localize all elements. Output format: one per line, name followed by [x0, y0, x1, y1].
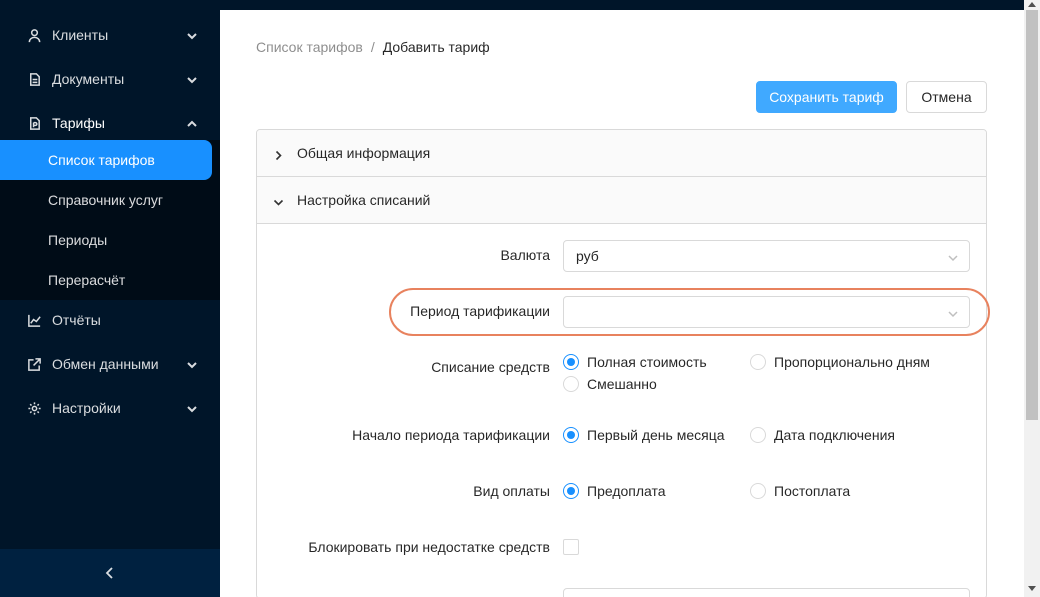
- breadcrumb-current: Добавить тариф: [382, 39, 490, 55]
- cancel-button[interactable]: Отмена: [906, 81, 987, 113]
- breadcrumb: Список тарифов / Добавить тариф: [256, 39, 490, 55]
- billing-period-select[interactable]: [563, 296, 970, 328]
- radio-label: Пропорционально дням: [774, 354, 930, 370]
- sidebar-item-clients[interactable]: Клиенты: [0, 15, 220, 55]
- next-field-select[interactable]: [563, 588, 970, 597]
- billing-period-label: Период тарификации: [410, 303, 550, 319]
- radio-full-cost[interactable]: Полная стоимость: [563, 354, 707, 370]
- radio-button-checked[interactable]: [563, 427, 579, 443]
- panel-title: Общая информация: [297, 145, 431, 161]
- breadcrumb-separator: /: [370, 39, 375, 55]
- save-tariff-button[interactable]: Сохранить тариф: [756, 81, 897, 113]
- chevron-up-icon: [186, 117, 198, 129]
- scroll-up-arrow-icon[interactable]: [1027, 0, 1037, 10]
- document-icon: [26, 71, 42, 87]
- scroll-down-arrow-icon[interactable]: [1027, 583, 1037, 593]
- sidebar-item-label: Клиенты: [52, 27, 109, 43]
- tariff-icon: [26, 115, 42, 131]
- chart-icon: [26, 312, 42, 328]
- chevron-down-icon: [947, 251, 959, 263]
- sidebar-item-label: Тарифы: [52, 115, 105, 131]
- radio-label: Дата подключения: [774, 427, 895, 443]
- sidebar-item-label: Отчёты: [52, 312, 101, 328]
- block-low-funds-checkbox[interactable]: [563, 539, 579, 555]
- sidebar-item-data-exchange[interactable]: Обмен данными: [0, 344, 220, 384]
- radio-button[interactable]: [563, 376, 579, 392]
- currency-value: руб: [576, 248, 599, 264]
- radio-connection-date[interactable]: Дата подключения: [750, 427, 895, 443]
- submenu-item-services[interactable]: Справочник услуг: [0, 180, 212, 220]
- chevron-right-icon: [273, 148, 284, 161]
- breadcrumb-link-tariff-list[interactable]: Список тарифов: [256, 39, 363, 55]
- block-low-funds-label: Блокировать при недостатке средств: [308, 539, 550, 555]
- currency-select[interactable]: руб: [563, 240, 970, 272]
- submenu-item-recalculation[interactable]: Перерасчёт: [0, 260, 212, 300]
- panel-header-general-info[interactable]: Общая информация: [257, 130, 986, 177]
- tariff-collapse: Общая информация Настройка списаний Валю…: [256, 129, 987, 597]
- sidebar-item-label: Документы: [52, 71, 125, 87]
- radio-button[interactable]: [750, 354, 766, 370]
- scrollbar[interactable]: [1024, 0, 1040, 597]
- radio-button-checked[interactable]: [563, 483, 579, 499]
- submenu-item-periods[interactable]: Периоды: [0, 220, 212, 260]
- chevron-down-icon: [186, 358, 198, 370]
- sidebar-item-label: Настройки: [52, 400, 121, 416]
- chevron-left-icon: [105, 567, 113, 579]
- radio-prepayment[interactable]: Предоплата: [563, 483, 666, 499]
- radio-label: Первый день месяца: [587, 427, 725, 443]
- main-content: Список тарифов / Добавить тариф Сохранить …: [220, 10, 1024, 597]
- sidebar-item-settings[interactable]: Настройки: [0, 388, 220, 428]
- radio-label: Постоплата: [774, 483, 851, 499]
- submenu-item-tariff-list[interactable]: Список тарифов: [0, 140, 212, 180]
- top-header: [220, 0, 1024, 10]
- currency-label: Валюта: [500, 247, 550, 263]
- radio-label: Смешанно: [587, 376, 657, 392]
- chevron-down-icon: [947, 307, 959, 319]
- radio-button[interactable]: [750, 483, 766, 499]
- radio-label: Предоплата: [587, 483, 666, 499]
- sidebar-item-reports[interactable]: Отчёты: [0, 300, 220, 340]
- chevron-down-icon: [186, 29, 198, 41]
- radio-button[interactable]: [750, 427, 766, 443]
- chevron-down-icon: [273, 195, 284, 206]
- radio-button-checked[interactable]: [563, 354, 579, 370]
- sidebar-item-label: Обмен данными: [52, 356, 159, 372]
- radio-mixed[interactable]: Смешанно: [563, 376, 657, 392]
- radio-postpayment[interactable]: Постоплата: [750, 483, 850, 499]
- gear-icon: [26, 400, 42, 416]
- user-icon: [26, 27, 42, 43]
- sidebar-collapse-button[interactable]: [0, 549, 220, 597]
- radio-first-day-of-month[interactable]: Первый день месяца: [563, 427, 725, 443]
- panel-title: Настройка списаний: [297, 192, 431, 208]
- chevron-down-icon: [186, 73, 198, 85]
- sidebar-item-documents[interactable]: Документы: [0, 59, 220, 99]
- charge-label: Списание средств: [431, 359, 550, 375]
- scroll-thumb[interactable]: [1026, 10, 1038, 420]
- sidebar: Клиенты Документы Тарифы Список тарифов …: [0, 0, 220, 597]
- sidebar-item-tariffs[interactable]: Тарифы: [0, 103, 220, 143]
- charge-settings-form: Валюта руб Период тарификации Списание с…: [257, 224, 986, 597]
- period-start-label: Начало периода тарификации: [352, 427, 550, 443]
- chevron-down-icon: [186, 402, 198, 414]
- radio-proportional-days[interactable]: Пропорционально дням: [750, 354, 930, 370]
- radio-label: Полная стоимость: [587, 354, 707, 370]
- exchange-icon: [26, 356, 42, 372]
- panel-header-charge-settings[interactable]: Настройка списаний: [257, 177, 986, 224]
- payment-type-label: Вид оплаты: [473, 483, 550, 499]
